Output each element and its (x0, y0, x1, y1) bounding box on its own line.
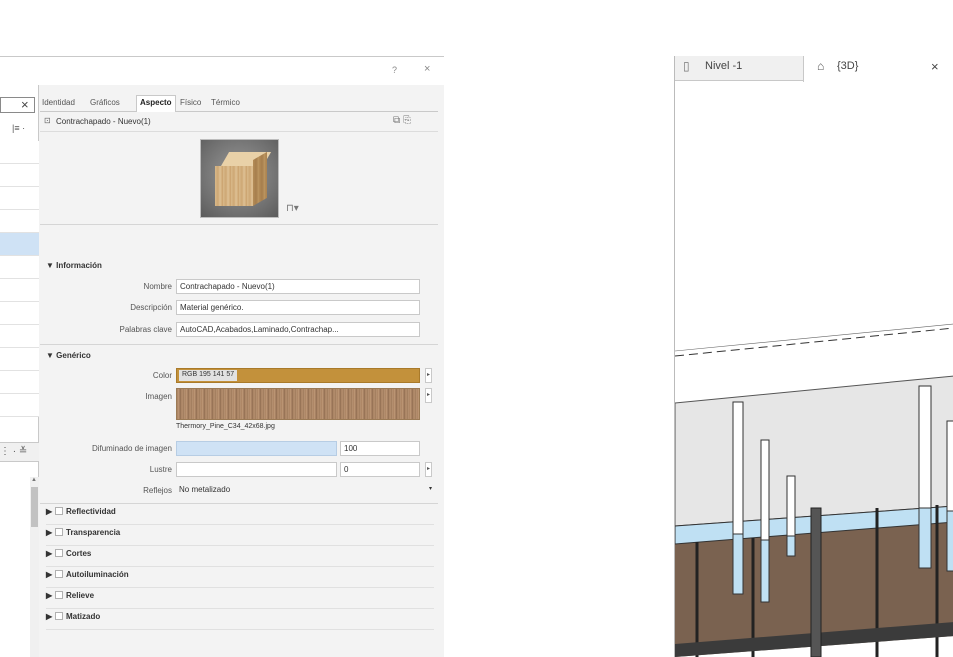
reflejos-value: No metalizado (179, 485, 231, 494)
tab-termico[interactable]: Térmico (211, 98, 240, 107)
descripcion-field[interactable]: Material genérico. (176, 300, 420, 315)
tab-fisico[interactable]: Físico (180, 98, 201, 107)
section-checkbox[interactable] (55, 570, 63, 578)
help-button[interactable]: ? (392, 65, 397, 75)
color-label: Color (152, 371, 172, 380)
asset-icon: ⊡ (44, 116, 51, 125)
view-options-button[interactable]: |≡ · (12, 123, 25, 133)
section-autoiluminacion[interactable]: ▶ Autoiluminación (46, 570, 434, 588)
list-item[interactable] (0, 394, 39, 417)
list-item[interactable] (0, 325, 39, 348)
lustre-label: Lustre (149, 465, 172, 474)
palabras-clave-field[interactable]: AutoCAD,Acabados,Laminado,Contrachap... (176, 322, 420, 337)
lustre-options-button[interactable]: ▸ (425, 462, 432, 477)
dashed-level-line (675, 327, 953, 357)
list-item[interactable] (0, 302, 39, 325)
section-cortes[interactable]: ▶ Cortes (46, 549, 434, 567)
nombre-field[interactable]: Contrachapado - Nuevo(1) (176, 279, 420, 294)
material-list (0, 141, 39, 417)
difuminado-value[interactable]: 100 (340, 441, 420, 456)
material-browser-dialog: ? × × |≡ · ⋮ · ≚ ▲ Identidad Gráficos As… (0, 56, 444, 657)
section-checkbox[interactable] (55, 507, 63, 515)
3d-model-viewport[interactable] (675, 56, 953, 657)
section-generico[interactable]: ▼ Genérico (46, 351, 91, 360)
list-item-selected[interactable] (0, 233, 39, 256)
descripcion-label: Descripción (130, 303, 172, 312)
section-transparencia[interactable]: ▶ Transparencia (46, 528, 434, 546)
collapse-icon[interactable]: ⋮ · ≚ (0, 446, 27, 457)
dialog-titlebar: ? × (0, 57, 444, 85)
chevron-down-icon: ▾ (428, 486, 432, 492)
library-pane: × |≡ · ⋮ · ≚ ▲ (0, 85, 39, 657)
list-item[interactable] (0, 371, 39, 394)
central-column (810, 507, 822, 657)
section-checkbox[interactable] (55, 549, 63, 557)
close-icon[interactable]: × (424, 63, 430, 75)
section-checkbox[interactable] (55, 528, 63, 536)
divider (40, 344, 438, 345)
material-preview (200, 139, 279, 218)
upper-wall (675, 375, 953, 527)
tab-identidad[interactable]: Identidad (42, 98, 75, 107)
list-item[interactable] (0, 210, 39, 233)
list-item[interactable] (0, 256, 39, 279)
reflejos-select[interactable]: No metalizado ▾ (176, 483, 434, 498)
color-value: RGB 195 141 57 (179, 370, 238, 381)
section-matizado[interactable]: ▶ Matizado (46, 612, 434, 630)
asset-tools-icons[interactable]: ⧉⎘ (393, 115, 414, 126)
section-checkbox[interactable] (55, 591, 63, 599)
search-input[interactable]: × (0, 97, 35, 113)
nombre-label: Nombre (143, 282, 172, 291)
list-item[interactable] (0, 348, 39, 371)
clear-search-icon[interactable]: × (21, 98, 29, 112)
list-item[interactable] (0, 279, 39, 302)
image-options-button[interactable]: ▸ (425, 388, 432, 403)
preview-area: ⊓▾ (40, 133, 438, 225)
tab-aspecto[interactable]: Aspecto (136, 95, 176, 112)
preview-options-icon[interactable]: ⊓▾ (286, 203, 299, 214)
divider (40, 503, 438, 504)
scroll-up-icon[interactable]: ▲ (31, 477, 37, 483)
image-thumbnail[interactable] (176, 388, 420, 420)
material-editor: Identidad Gráficos Aspecto Físico Térmic… (40, 85, 438, 657)
image-filename[interactable]: Thermory_Pine_C34_42x68.jpg (176, 423, 275, 430)
pane-splitter[interactable]: ⋮ · ≚ (0, 442, 39, 462)
difuminado-slider[interactable] (176, 441, 337, 456)
section-checkbox[interactable] (55, 612, 63, 620)
list-item[interactable] (0, 141, 39, 164)
list-item[interactable] (0, 187, 39, 210)
imagen-label: Imagen (145, 392, 172, 401)
section-reflectividad[interactable]: ▶ Reflectividad (46, 507, 434, 525)
section-relieve[interactable]: ▶ Relieve (46, 591, 434, 609)
palabras-clave-label: Palabras clave (119, 325, 172, 334)
cube-front (215, 166, 253, 206)
section-informacion[interactable]: ▼ Información (46, 261, 102, 270)
asset-name: Contrachapado - Nuevo(1) (56, 117, 151, 126)
list-item[interactable] (0, 164, 39, 187)
scroll-thumb[interactable] (31, 487, 38, 527)
view-3d-window: ▯ Nivel -1 ⌂ {3D} × (674, 56, 953, 657)
color-swatch[interactable]: RGB 195 141 57 (176, 368, 420, 383)
difuminado-label: Difuminado de imagen (91, 444, 172, 453)
lustre-slider[interactable] (176, 462, 337, 477)
color-options-button[interactable]: ▸ (425, 368, 432, 383)
reflejos-label: Reflejos (143, 486, 172, 495)
lustre-value[interactable]: 0 (340, 462, 420, 477)
asset-bar: ⊡ Contrachapado - Nuevo(1) ⧉⎘ (40, 112, 438, 132)
scrollbar[interactable]: ▲ (30, 477, 39, 657)
tab-graficos[interactable]: Gráficos (90, 98, 120, 107)
editor-tabs: Identidad Gráficos Aspecto Físico Térmic… (40, 95, 438, 112)
cube-side (253, 151, 267, 206)
